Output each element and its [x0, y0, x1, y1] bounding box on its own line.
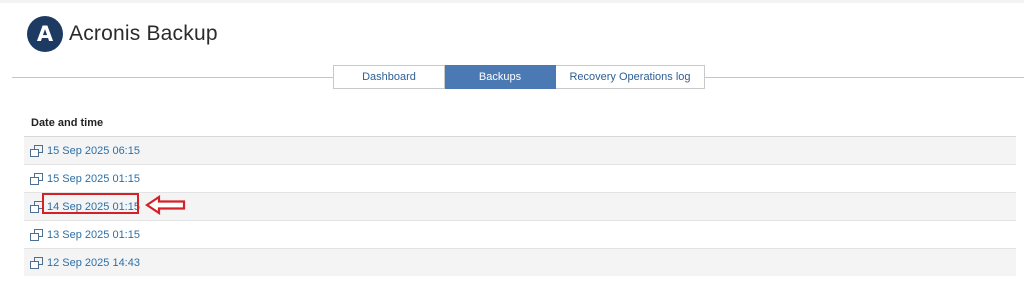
restore-copy-icon	[30, 256, 43, 269]
app-header: A Acronis Backup	[27, 16, 218, 52]
backup-link[interactable]: 12 Sep 2025 14:43	[47, 257, 140, 269]
acronis-logo: A	[27, 16, 63, 52]
left-arrow-icon	[145, 195, 186, 215]
table-row[interactable]: 13 Sep 2025 01:15	[24, 221, 1016, 249]
table-row[interactable]: 15 Sep 2025 06:15	[24, 137, 1016, 165]
backups-table: Date and time 15 Sep 2025 06:15 15 Sep 2…	[24, 110, 1016, 276]
app-title: Acronis Backup	[69, 22, 218, 45]
restore-copy-icon	[30, 144, 43, 157]
tab-backups[interactable]: Backups	[445, 65, 556, 89]
backup-link[interactable]: 15 Sep 2025 01:15	[47, 173, 140, 185]
restore-copy-icon	[30, 228, 43, 241]
table-row[interactable]: 15 Sep 2025 01:15	[24, 165, 1016, 193]
top-border	[0, 0, 1024, 3]
table-row[interactable]: 12 Sep 2025 14:43	[24, 249, 1016, 276]
highlight-box	[42, 193, 139, 214]
restore-copy-icon	[30, 172, 43, 185]
column-header-date-time: Date and time	[24, 110, 1016, 137]
tab-bar: Dashboard Backups Recovery Operations lo…	[333, 65, 705, 89]
backup-link[interactable]: 15 Sep 2025 06:15	[47, 145, 140, 157]
tab-recovery-operations-log[interactable]: Recovery Operations log	[556, 65, 705, 89]
tab-dashboard[interactable]: Dashboard	[333, 65, 445, 89]
backup-link[interactable]: 13 Sep 2025 01:15	[47, 229, 140, 241]
